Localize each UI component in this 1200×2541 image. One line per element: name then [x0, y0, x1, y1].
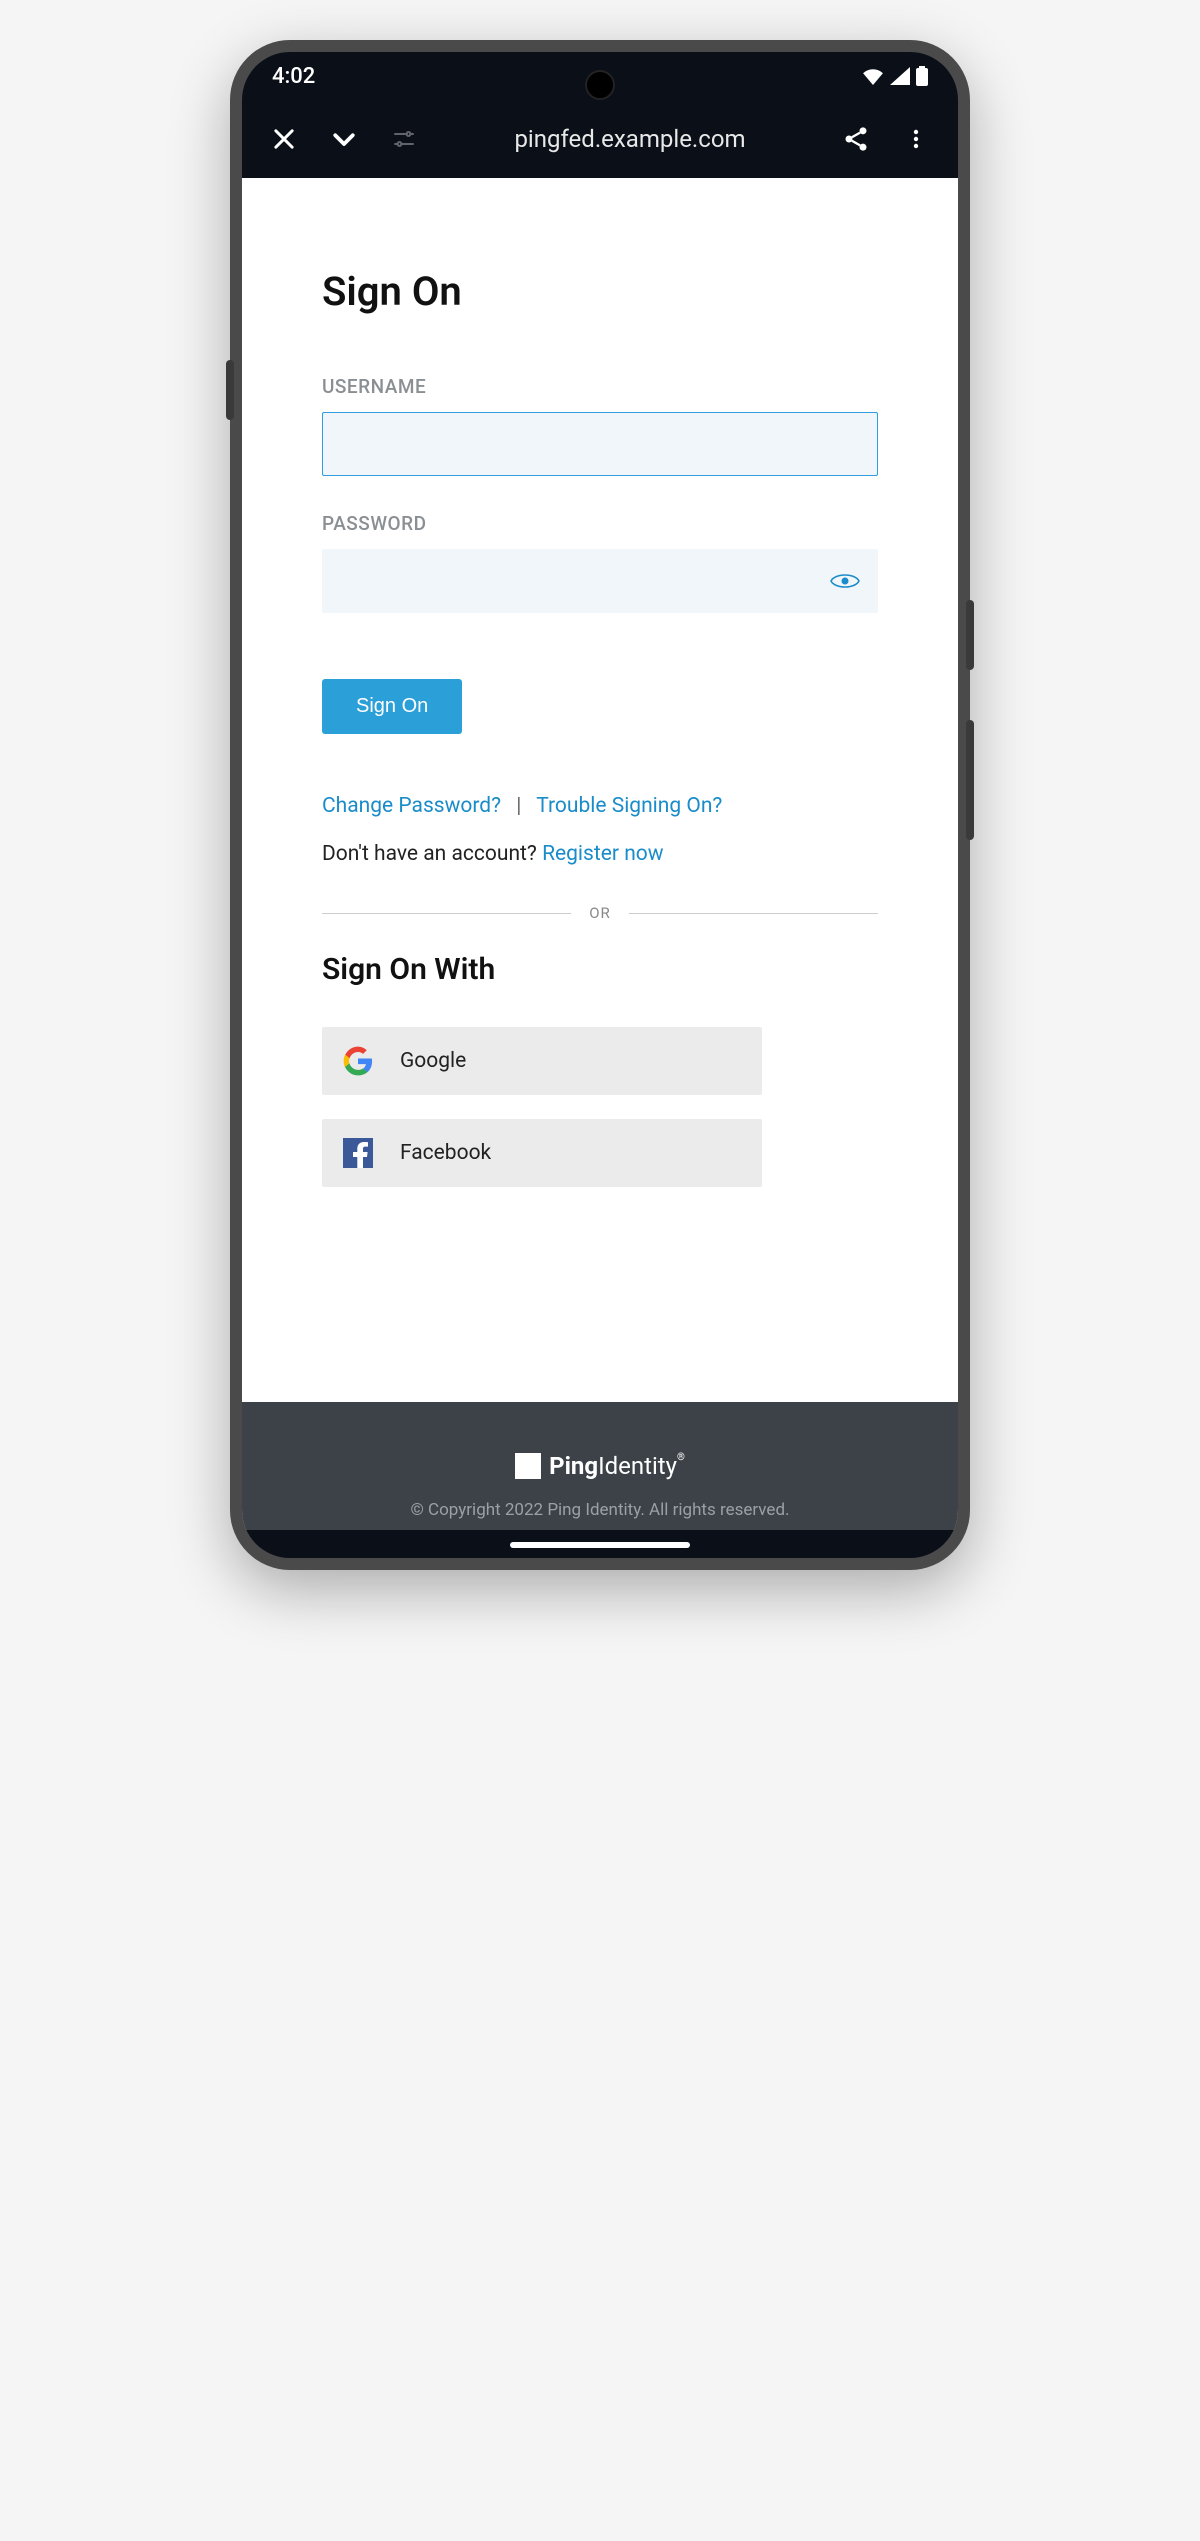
page-title: Sign On [322, 268, 878, 315]
link-separator: | [516, 794, 521, 818]
divider-line [629, 913, 878, 914]
phone-side-button [966, 720, 974, 840]
share-icon[interactable] [832, 115, 880, 163]
logo-square-icon [515, 1453, 541, 1479]
phone-side-button [966, 600, 974, 670]
or-text: OR [589, 904, 611, 922]
status-time: 4:02 [272, 64, 315, 89]
trouble-signing-on-link[interactable]: Trouble Signing On? [536, 794, 722, 818]
facebook-icon [342, 1137, 374, 1169]
password-input[interactable] [322, 549, 878, 613]
chevron-down-icon[interactable] [320, 115, 368, 163]
content-area: Sign On USERNAME PASSWORD Sign On [242, 178, 958, 1402]
page: Sign On USERNAME PASSWORD Sign On [242, 178, 958, 1530]
google-icon [342, 1045, 374, 1077]
copyright-text: © Copyright 2022 Ping Identity. All righ… [262, 1500, 938, 1520]
wifi-icon [862, 67, 884, 85]
links-row: Change Password? | Trouble Signing On? [322, 794, 878, 818]
footer: PingIdentity® © Copyright 2022 Ping Iden… [242, 1402, 958, 1530]
phone-screen: 4:02 pin [242, 52, 958, 1558]
register-row: Don't have an account? Register now [322, 842, 878, 866]
divider-line [322, 913, 571, 914]
ping-identity-logo: PingIdentity® [262, 1452, 938, 1480]
or-divider: OR [322, 904, 878, 922]
url-text[interactable]: pingfed.example.com [440, 125, 820, 153]
password-field-wrap: PASSWORD [322, 512, 878, 613]
username-label: USERNAME [322, 375, 878, 398]
google-label: Google [400, 1049, 466, 1073]
cell-signal-icon [890, 67, 910, 85]
username-input[interactable] [322, 412, 878, 476]
home-indicator[interactable] [510, 1542, 690, 1548]
facebook-signin-button[interactable]: Facebook [322, 1119, 762, 1187]
eye-icon[interactable] [830, 571, 860, 591]
facebook-label: Facebook [400, 1141, 491, 1165]
close-icon[interactable] [260, 115, 308, 163]
no-account-text: Don't have an account? [322, 842, 542, 866]
phone-side-button [226, 360, 234, 420]
signon-button[interactable]: Sign On [322, 679, 462, 734]
sign-on-with-title: Sign On With [322, 952, 878, 987]
browser-bar: pingfed.example.com [242, 100, 958, 178]
camera-notch [585, 70, 615, 100]
username-field-wrap: USERNAME [322, 375, 878, 476]
more-vert-icon[interactable] [892, 115, 940, 163]
tune-icon[interactable] [380, 115, 428, 163]
battery-icon [916, 66, 928, 86]
password-label: PASSWORD [322, 512, 878, 535]
phone-frame: 4:02 pin [230, 40, 970, 1570]
google-signin-button[interactable]: Google [322, 1027, 762, 1095]
change-password-link[interactable]: Change Password? [322, 794, 501, 818]
register-link[interactable]: Register now [542, 842, 664, 866]
